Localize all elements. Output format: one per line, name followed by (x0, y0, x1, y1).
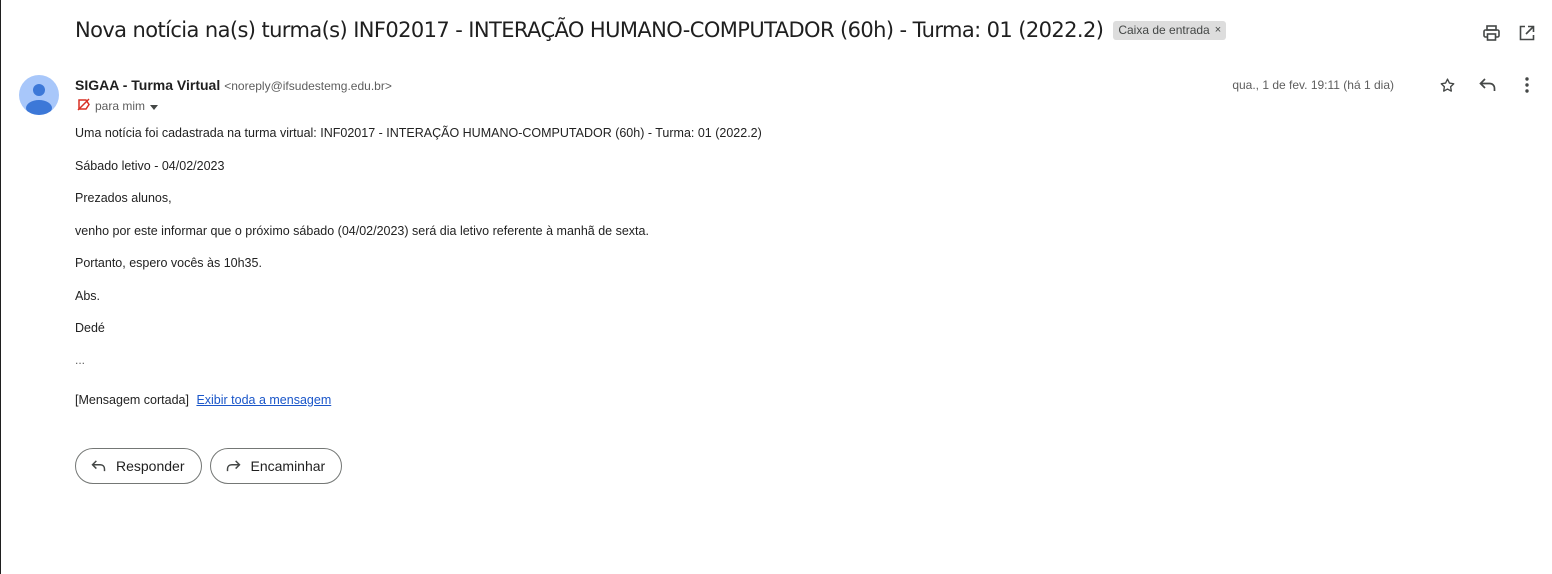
sender-name[interactable]: SIGAA - Turma Virtual (75, 77, 220, 93)
body-line: Dedé (75, 321, 105, 335)
remove-label-icon[interactable]: × (1215, 23, 1221, 38)
print-icon[interactable] (1482, 24, 1500, 42)
open-in-new-window-icon[interactable] (1518, 24, 1536, 42)
star-icon[interactable] (1438, 76, 1456, 94)
forward-icon (226, 460, 241, 472)
body-line: Prezados alunos, (75, 191, 172, 205)
recipients-text: para mim (95, 99, 146, 113)
label-chip-inbox[interactable]: Caixa de entrada × (1113, 20, 1227, 40)
message-body: Uma notícia foi cadastrada na turma virt… (75, 126, 762, 354)
sender-avatar[interactable] (19, 75, 59, 115)
body-line: venho por este informar que o próximo sá… (75, 223, 649, 238)
body-line: Abs. (75, 288, 101, 303)
reply-actions: Responder Encaminhar (75, 448, 343, 484)
chevron-down-icon (150, 99, 159, 113)
forward-button[interactable]: Encaminhar (209, 448, 343, 484)
message-date: qua., 1 de fev. 19:11 (há 1 dia) (1232, 78, 1394, 92)
body-line: Portanto, espero vocês às 10h35. (75, 256, 262, 270)
sender-line: SIGAA - Turma Virtual <noreply@ifsudeste… (75, 77, 392, 93)
trimmed-message-notice: [Mensagem cortada] Exibir toda a mensage… (75, 393, 331, 407)
reply-icon[interactable] (1478, 76, 1496, 94)
more-options-icon[interactable] (1518, 76, 1536, 94)
trimmed-message-label: [Mensagem cortada] (75, 393, 189, 407)
reply-icon (91, 460, 106, 472)
forward-button-label: Encaminhar (250, 458, 326, 474)
email-view: Nova notícia na(s) turma(s) INF02017 - I… (0, 0, 1552, 574)
show-full-message-link[interactable]: Exibir toda a mensagem (196, 393, 331, 407)
message-meta: qua., 1 de fev. 19:11 (há 1 dia) (1232, 76, 1536, 94)
email-subject: Nova notícia na(s) turma(s) INF02017 - I… (75, 18, 1104, 42)
reply-button[interactable]: Responder (75, 448, 202, 484)
subject-row: Nova notícia na(s) turma(s) INF02017 - I… (75, 18, 1227, 42)
show-trimmed-content-button[interactable]: ... (75, 353, 85, 367)
sender-email: <noreply@ifsudestemg.edu.br> (224, 79, 392, 93)
label-chip-text: Caixa de entrada (1118, 22, 1210, 37)
muted-importance-icon (77, 98, 90, 114)
body-line: Sábado letivo - 04/02/2023 (75, 158, 225, 173)
person-icon (26, 84, 52, 115)
reply-button-label: Responder (116, 458, 185, 474)
body-line: Uma notícia foi cadastrada na turma virt… (75, 126, 762, 140)
recipients-toggle[interactable]: para mim (77, 98, 159, 114)
top-actions (1482, 24, 1536, 42)
